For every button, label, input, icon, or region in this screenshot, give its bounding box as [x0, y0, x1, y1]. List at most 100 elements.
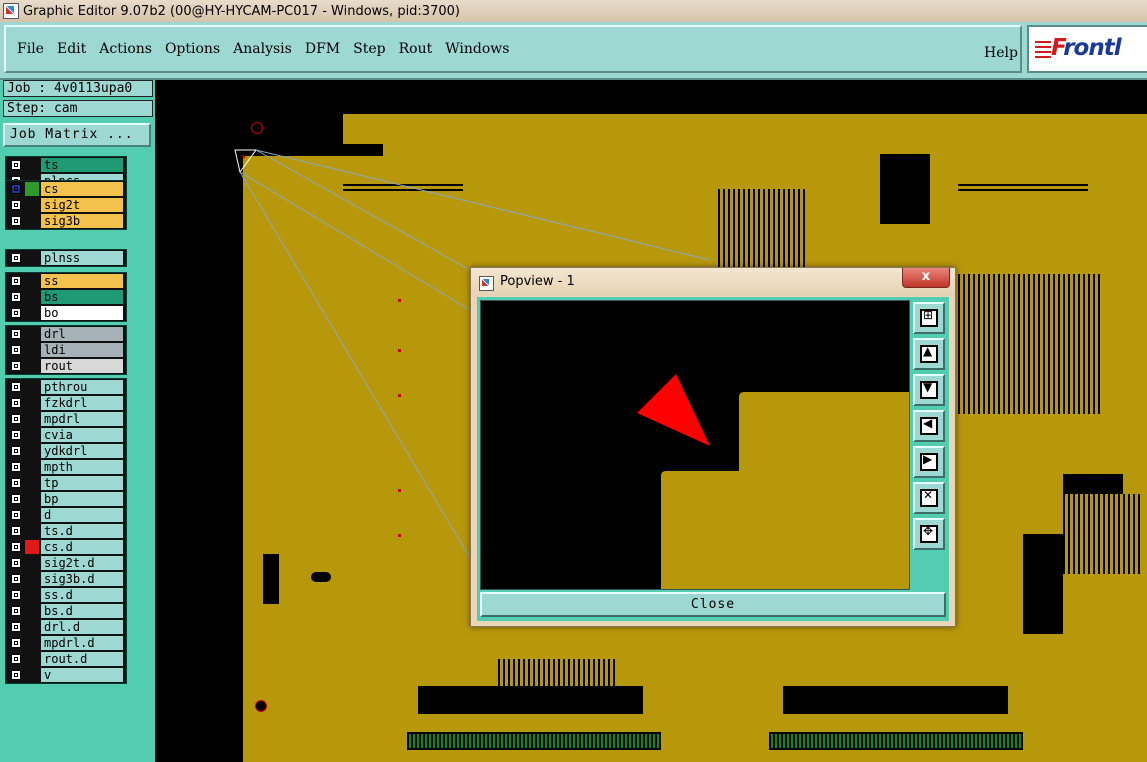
- layer-name: d: [41, 508, 123, 522]
- layer-row[interactable]: fzkdrl: [6, 395, 126, 411]
- menu-rout[interactable]: Rout: [399, 41, 433, 57]
- layer-row[interactable]: cs.d: [6, 539, 126, 555]
- zoom-in-button[interactable]: [913, 518, 945, 550]
- zoom-out-button[interactable]: [913, 482, 945, 514]
- menu-analysis[interactable]: Analysis: [233, 41, 292, 57]
- menu-options[interactable]: Options: [165, 41, 220, 57]
- layer-checkbox[interactable]: [11, 494, 21, 504]
- layer-checkbox[interactable]: [11, 398, 21, 408]
- layer-color-swatch: [25, 343, 39, 357]
- pan-up-button[interactable]: [913, 338, 945, 370]
- layer-checkbox[interactable]: [11, 590, 21, 600]
- layer-checkbox[interactable]: [11, 329, 21, 339]
- layer-checkbox[interactable]: [11, 654, 21, 664]
- layer-checkbox[interactable]: [11, 361, 21, 371]
- layer-row[interactable]: v: [6, 667, 126, 683]
- layer-checkbox[interactable]: [11, 216, 21, 226]
- layer-checkbox[interactable]: [11, 382, 21, 392]
- layer-row[interactable]: ydkdrl: [6, 443, 126, 459]
- layer-checkbox[interactable]: [11, 558, 21, 568]
- layer-row[interactable]: bp: [6, 491, 126, 507]
- layer-color-swatch: [25, 198, 39, 212]
- layer-name: sig2t: [41, 198, 123, 212]
- layer-row[interactable]: ss.d: [6, 587, 126, 603]
- layer-checkbox[interactable]: [11, 574, 21, 584]
- menu-edit[interactable]: Edit: [57, 41, 86, 57]
- popview-canvas[interactable]: [480, 300, 910, 590]
- layer-color-swatch: [25, 588, 39, 602]
- layer-checkbox[interactable]: [11, 670, 21, 680]
- popview-titlebar[interactable]: Popview - 1 x: [471, 268, 955, 296]
- layer-checkbox[interactable]: [11, 510, 21, 520]
- layer-name: cvia: [41, 428, 123, 442]
- layer-checkbox[interactable]: [11, 430, 21, 440]
- layer-row[interactable]: cvia: [6, 427, 126, 443]
- layer-row[interactable]: tp: [6, 475, 126, 491]
- layer-row[interactable]: ldi: [6, 342, 126, 358]
- layer-checkbox[interactable]: [11, 622, 21, 632]
- layer-row[interactable]: mpth: [6, 459, 126, 475]
- layer-checkbox[interactable]: [11, 184, 21, 194]
- layer-row[interactable]: bo: [6, 305, 126, 321]
- job-matrix-button[interactable]: Job Matrix ...: [3, 123, 151, 147]
- layer-row[interactable]: drl: [6, 326, 126, 342]
- popview-dialog: Popview - 1 x Close: [470, 267, 956, 627]
- pan-right-button[interactable]: [913, 446, 945, 478]
- layer-checkbox[interactable]: [11, 414, 21, 424]
- zoom-fit-button[interactable]: [913, 302, 945, 334]
- layer-row[interactable]: rout.d: [6, 651, 126, 667]
- menu-step[interactable]: Step: [353, 41, 385, 57]
- layer-row[interactable]: drl.d: [6, 619, 126, 635]
- layer-checkbox[interactable]: [11, 638, 21, 648]
- layer-checkbox[interactable]: [11, 446, 21, 456]
- layer-row[interactable]: ts.d: [6, 523, 126, 539]
- layer-name: sig3b.d: [41, 572, 123, 586]
- layer-checkbox[interactable]: [11, 276, 21, 286]
- layer-row[interactable]: mpdrl.d: [6, 635, 126, 651]
- layer-row[interactable]: pthrou: [6, 379, 126, 395]
- layer-checkbox[interactable]: [11, 160, 21, 170]
- menu-windows[interactable]: Windows: [445, 41, 509, 57]
- pan-left-button[interactable]: [913, 410, 945, 442]
- menu-actions[interactable]: Actions: [99, 41, 152, 57]
- layer-checkbox[interactable]: [11, 308, 21, 318]
- layer-row[interactable]: bs.d: [6, 603, 126, 619]
- layer-row[interactable]: rout: [6, 358, 126, 374]
- layer-row[interactable]: sig3b.d: [6, 571, 126, 587]
- pan-right-icon: [920, 452, 938, 471]
- layer-row[interactable]: bs: [6, 289, 126, 305]
- menu-dfm[interactable]: DFM: [305, 41, 340, 57]
- layer-checkbox[interactable]: [11, 542, 21, 552]
- layer-row[interactable]: sig2t.d: [6, 555, 126, 571]
- popview-close-x-button[interactable]: x: [902, 268, 950, 288]
- layer-color-swatch: [25, 214, 39, 228]
- layer-checkbox[interactable]: [11, 606, 21, 616]
- layer-row[interactable]: sig3b: [6, 213, 126, 229]
- layer-color-swatch: [25, 652, 39, 666]
- layer-row[interactable]: cs: [6, 181, 126, 197]
- layer-row[interactable]: ts: [6, 157, 126, 173]
- popview-title: Popview - 1: [500, 274, 575, 289]
- menu-file[interactable]: File: [17, 41, 44, 57]
- layer-group: cs sig2t sig3b: [5, 180, 127, 230]
- layer-checkbox[interactable]: [11, 253, 21, 263]
- pan-down-button[interactable]: [913, 374, 945, 406]
- layer-checkbox[interactable]: [11, 292, 21, 302]
- layer-group: pthrou fzkdrl mpdrl cvia ydkdrl mpth tp bp d ts.d…: [5, 378, 127, 684]
- step-label: Step: cam: [3, 100, 153, 117]
- layer-row[interactable]: sig2t: [6, 197, 126, 213]
- layer-checkbox[interactable]: [11, 462, 21, 472]
- layer-checkbox[interactable]: [11, 478, 21, 488]
- layer-checkbox[interactable]: [11, 345, 21, 355]
- layer-checkbox[interactable]: [11, 526, 21, 536]
- layer-name: tp: [41, 476, 123, 490]
- menu-help[interactable]: Help: [984, 45, 1018, 61]
- layer-color-swatch: [25, 556, 39, 570]
- layer-row[interactable]: ss: [6, 273, 126, 289]
- popview-close-button[interactable]: Close: [480, 592, 946, 617]
- layer-row[interactable]: plnss: [6, 250, 126, 266]
- layer-row[interactable]: mpdrl: [6, 411, 126, 427]
- window-title: Graphic Editor 9.07b2 (00@HY-HYCAM-PC017…: [23, 3, 460, 19]
- layer-row[interactable]: d: [6, 507, 126, 523]
- layer-checkbox[interactable]: [11, 200, 21, 210]
